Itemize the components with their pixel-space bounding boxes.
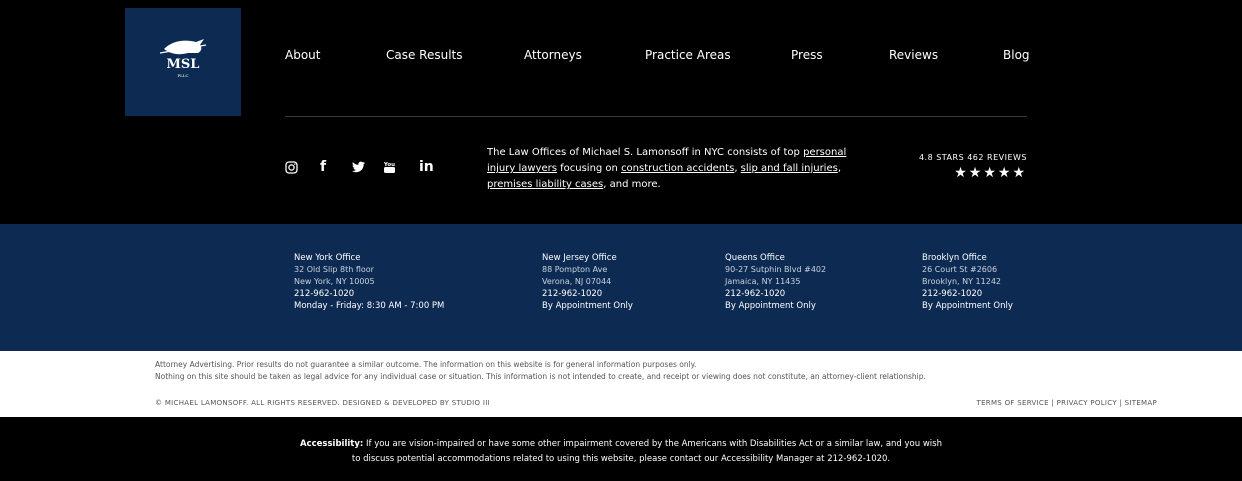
privacy-link[interactable]: PRIVACY POLICY — [1057, 399, 1117, 407]
header-section: MSL PLLC About Case Results Attorneys Pr… — [0, 0, 1242, 224]
footer-links: TERMS OF SERVICE | PRIVACY POLICY | SITE… — [977, 399, 1158, 407]
facebook-icon[interactable]: f — [320, 158, 326, 176]
accessibility-label: Accessibility: — [300, 439, 364, 449]
copyright-text: © MICHAEL LAMONSOFF. ALL RIGHTS RESERVED… — [155, 399, 490, 407]
office-hours: Monday - Friday: 8:30 AM - 7:00 PM — [294, 301, 445, 311]
nav-practice-areas[interactable]: Practice Areas — [645, 48, 731, 62]
accessibility-banner: Accessibility: If you are vision-impaire… — [0, 417, 1242, 481]
office-phone[interactable]: 212-962-1020 — [922, 288, 1013, 300]
office-address-line1: 26 Court St #2606 — [922, 265, 998, 274]
office-queens: Queens Office 90-27 Sutphin Blvd #402 Ja… — [725, 252, 826, 312]
office-address-line2: Jamaica, NY 11435 — [725, 277, 801, 286]
offices-section: New York Office 32 Old Slip 8th floor Ne… — [0, 224, 1242, 351]
office-name: New York Office — [294, 253, 361, 263]
office-name: New Jersey Office — [542, 253, 617, 263]
link-construction-accidents[interactable]: construction accidents — [621, 163, 734, 174]
link-premises-liability[interactable]: premises liability cases — [487, 179, 603, 190]
office-hours: By Appointment Only — [725, 301, 816, 311]
sitemap-link[interactable]: SITEMAP — [1125, 399, 1157, 407]
office-address-line2: Brooklyn, NY 11242 — [922, 277, 1001, 286]
office-brooklyn: Brooklyn Office 26 Court St #2606 Brookl… — [922, 252, 1013, 312]
office-phone[interactable]: 212-962-1020 — [725, 288, 826, 300]
separator: | — [1048, 399, 1057, 407]
rating-text: 4.8 STARS 462 REVIEWS — [918, 153, 1027, 162]
office-phone[interactable]: 212-962-1020 — [542, 288, 633, 300]
separator: | — [1116, 399, 1125, 407]
office-address-line1: 32 Old Slip 8th floor — [294, 265, 374, 274]
legal-disclaimer: Attorney Advertising. Prior results do n… — [155, 359, 1155, 383]
main-nav: About Case Results Attorneys Practice Ar… — [0, 48, 1242, 66]
link-slip-and-fall[interactable]: slip and fall injuries — [741, 163, 838, 174]
header-divider — [285, 116, 1027, 117]
terms-link[interactable]: TERMS OF SERVICE — [977, 399, 1049, 407]
office-hours: By Appointment Only — [922, 301, 1013, 311]
office-name: Queens Office — [725, 253, 785, 263]
instagram-icon[interactable] — [285, 158, 298, 179]
nav-case-results[interactable]: Case Results — [386, 48, 463, 62]
nav-attorneys[interactable]: Attorneys — [524, 48, 582, 62]
office-hours: By Appointment Only — [542, 301, 633, 311]
office-address-line2: Verona, NJ 07044 — [542, 277, 612, 286]
office-address-line2: New York, NY 10005 — [294, 277, 375, 286]
office-new-jersey: New Jersey Office 88 Pompton Ave Verona,… — [542, 252, 633, 312]
nav-about[interactable]: About — [285, 48, 320, 62]
office-address-line1: 88 Pompton Ave — [542, 265, 608, 274]
linkedin-icon[interactable]: in — [419, 158, 434, 176]
logo-subtext: PLLC — [177, 73, 188, 78]
firm-description: The Law Offices of Michael S. Lamonsoff … — [487, 147, 847, 190]
twitter-icon[interactable] — [352, 158, 365, 178]
office-name: Brooklyn Office — [922, 253, 987, 263]
disclaimer-line: Attorney Advertising. Prior results do n… — [155, 360, 697, 369]
nav-blog[interactable]: Blog — [1003, 48, 1030, 62]
office-new-york: New York Office 32 Old Slip 8th floor Ne… — [294, 252, 444, 312]
nav-press[interactable]: Press — [791, 48, 823, 62]
disclaimer-line: Nothing on this site should be taken as … — [155, 372, 926, 381]
office-address-line1: 90-27 Sutphin Blvd #402 — [725, 265, 827, 274]
reviews-rating[interactable]: 4.8 STARS 462 REVIEWS ★★★★★ — [919, 153, 1027, 181]
accessibility-statement: Accessibility: If you are vision-impaire… — [300, 439, 942, 464]
nav-reviews[interactable]: Reviews — [889, 48, 938, 62]
office-phone[interactable]: 212-962-1020 — [294, 288, 444, 300]
star-rating-icon: ★★★★★ — [954, 165, 1027, 181]
youtube-icon[interactable]: You — [383, 158, 396, 179]
